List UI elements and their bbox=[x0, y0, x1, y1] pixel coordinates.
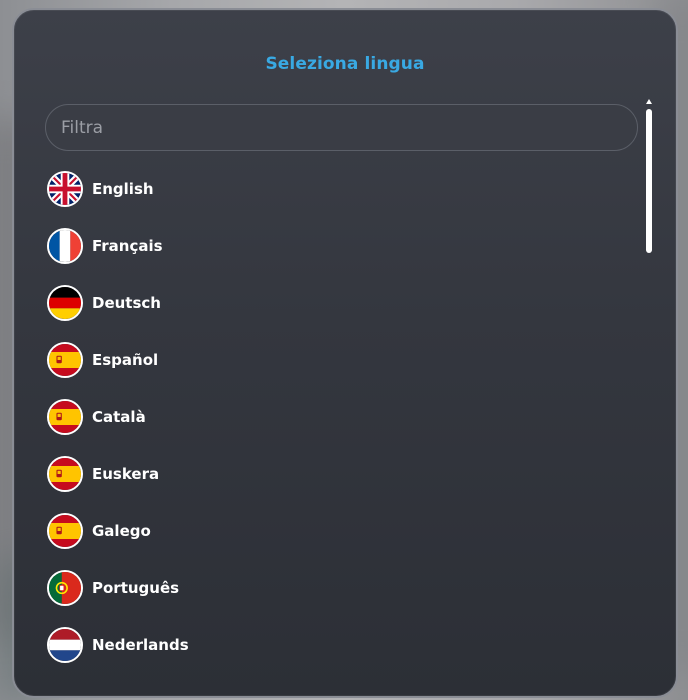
language-item-galego[interactable]: Galego bbox=[47, 502, 607, 559]
language-label: Euskera bbox=[92, 464, 160, 483]
language-item-espanol[interactable]: Español bbox=[47, 331, 607, 388]
language-item-francais[interactable]: Français bbox=[47, 217, 607, 274]
language-label: Galego bbox=[92, 521, 151, 540]
language-label: Català bbox=[92, 407, 146, 426]
portugal-flag-icon bbox=[47, 569, 83, 606]
uk-flag-icon bbox=[47, 170, 83, 207]
spain-flag-icon bbox=[47, 341, 83, 378]
scroll-up-arrow-icon[interactable] bbox=[646, 99, 652, 104]
language-label: Español bbox=[92, 350, 159, 369]
language-item-catala[interactable]: Català bbox=[47, 388, 607, 445]
filter-field[interactable] bbox=[45, 104, 638, 151]
language-item-portugues[interactable]: Português bbox=[47, 559, 607, 616]
language-label: English bbox=[92, 179, 154, 198]
dialog-title: Seleziona lingua bbox=[265, 54, 425, 74]
france-flag-icon bbox=[47, 227, 83, 264]
spain-flag-icon bbox=[47, 512, 83, 549]
language-item-nederlands[interactable]: Nederlands bbox=[47, 616, 607, 673]
spain-flag-icon bbox=[47, 455, 83, 492]
scrollbar-thumb[interactable] bbox=[646, 109, 652, 253]
netherlands-flag-icon bbox=[47, 626, 83, 663]
germany-flag-icon bbox=[47, 284, 83, 321]
spain-flag-icon bbox=[47, 398, 83, 435]
language-item-euskera[interactable]: Euskera bbox=[47, 445, 607, 502]
language-label: Français bbox=[92, 236, 163, 255]
language-item-deutsch[interactable]: Deutsch bbox=[47, 274, 607, 331]
language-label: Deutsch bbox=[92, 293, 161, 312]
language-label: Português bbox=[92, 578, 180, 597]
language-select-dialog: Seleziona lingua English bbox=[12, 8, 678, 698]
language-list: English Français Deutsch Español Català … bbox=[47, 160, 607, 673]
filter-input[interactable] bbox=[46, 105, 637, 150]
language-label: Nederlands bbox=[92, 635, 189, 654]
language-item-english[interactable]: English bbox=[47, 160, 607, 217]
